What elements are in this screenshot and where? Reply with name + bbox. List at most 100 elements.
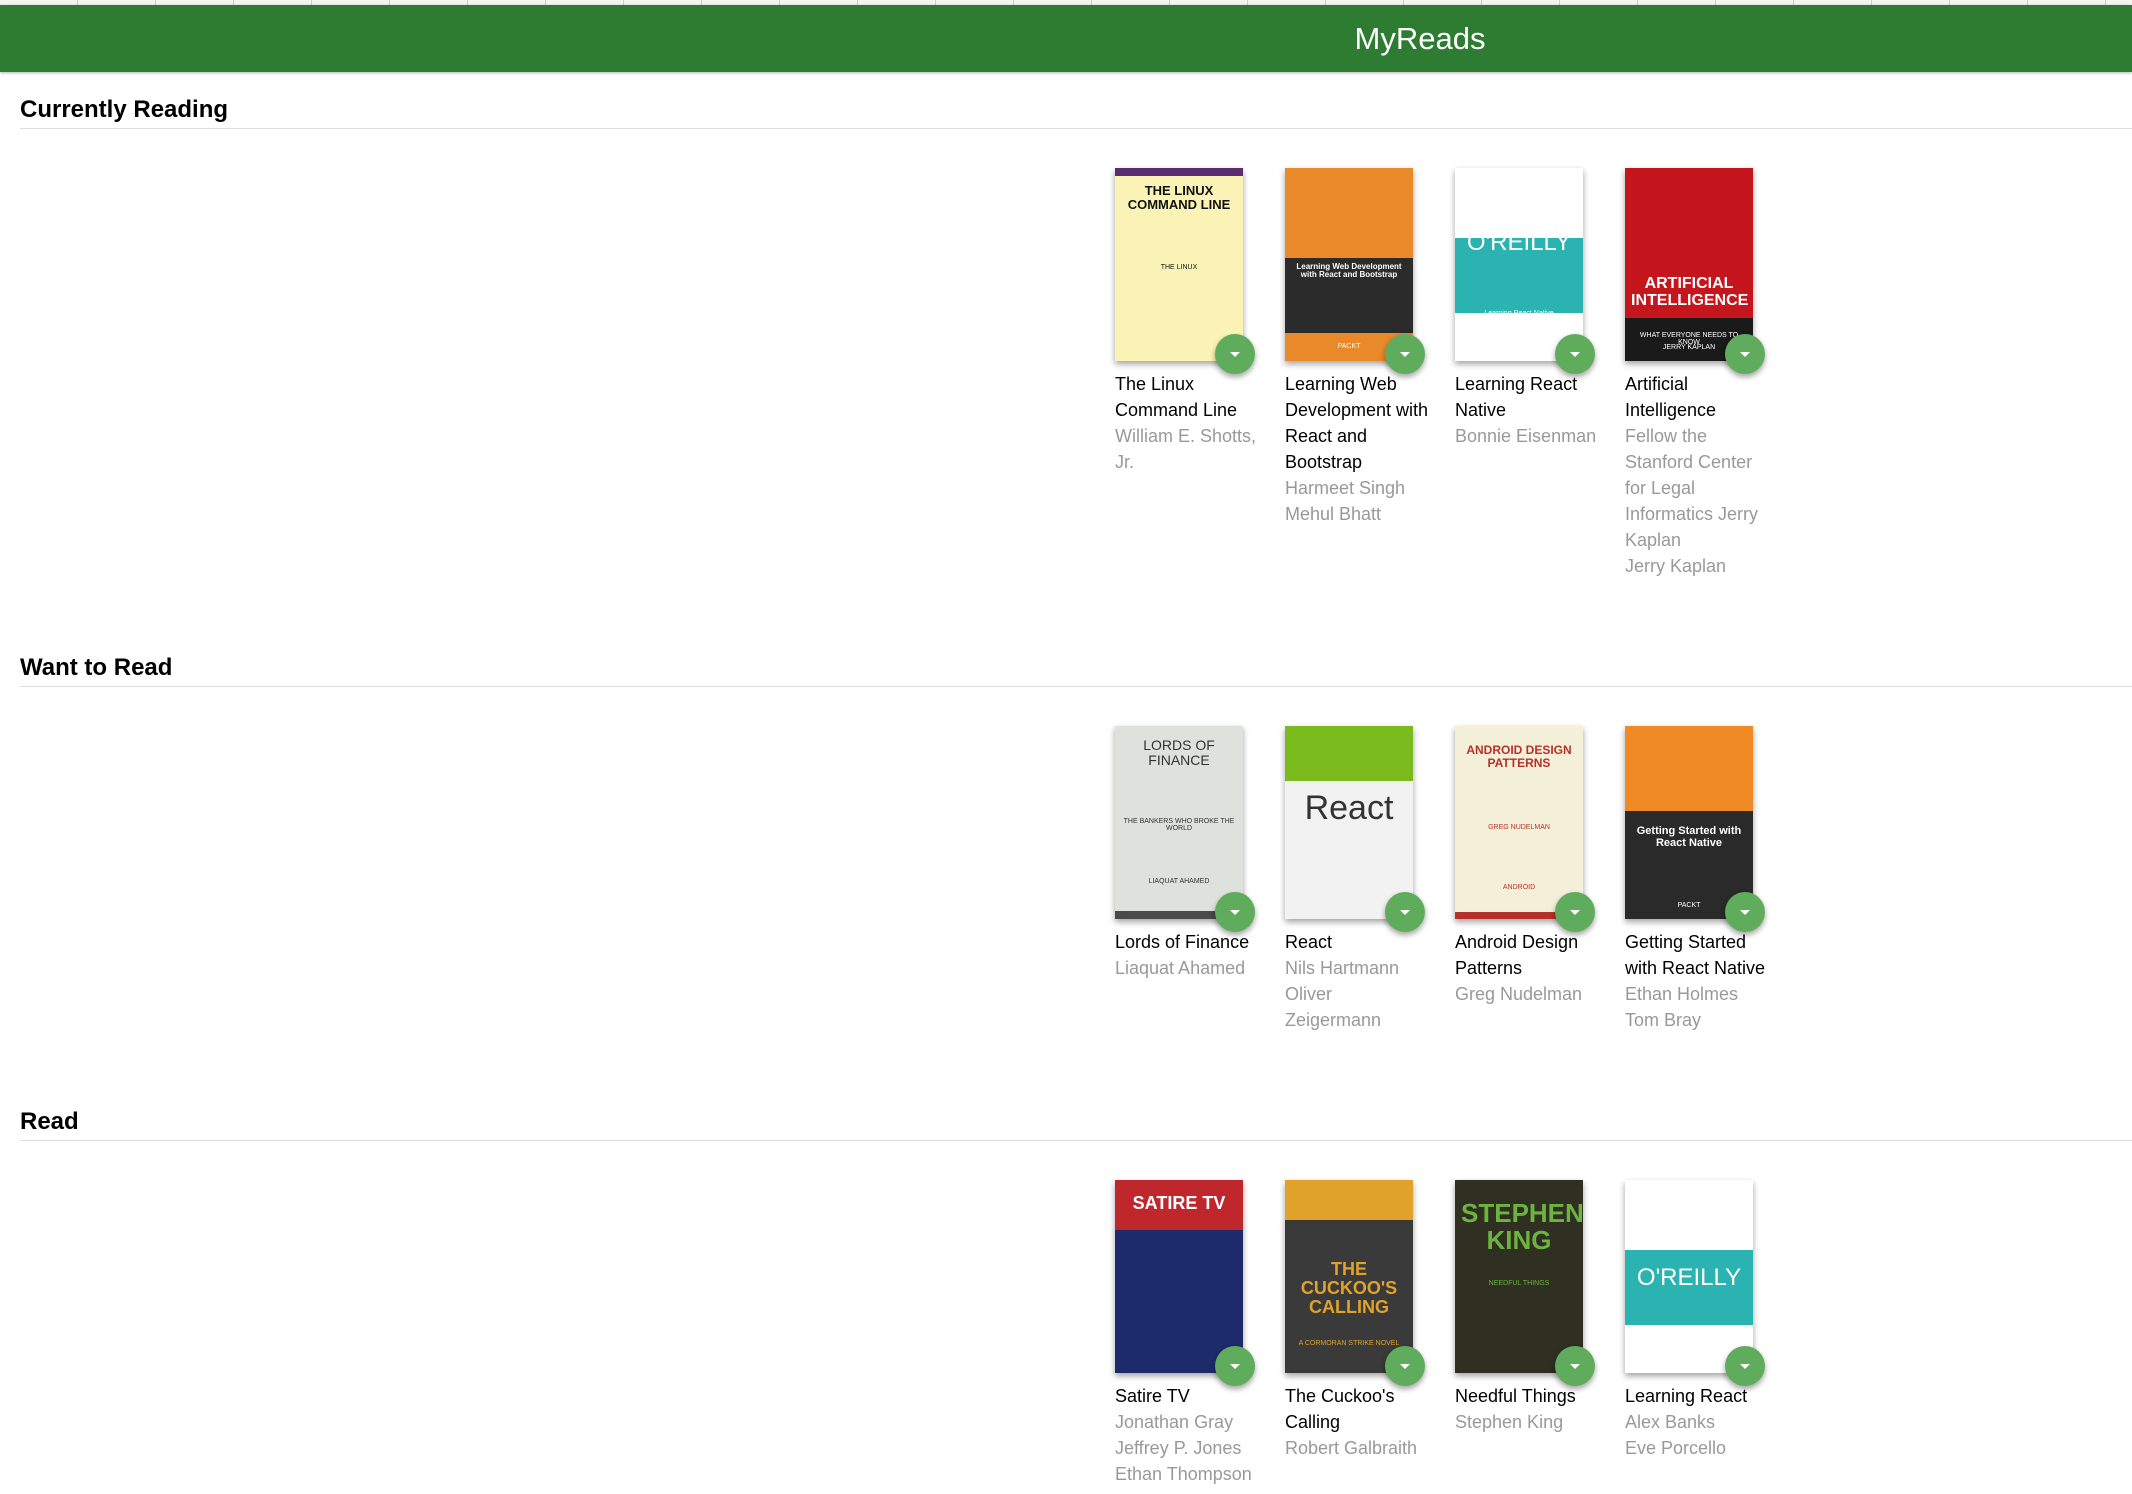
book-authors: Nils Hartmann Oliver Zeigermann — [1285, 955, 1430, 1033]
cover-accent — [1115, 168, 1243, 176]
cover-text: THE CUCKOO'S CALLING — [1300, 1259, 1398, 1317]
cover-text: THE LINUX COMMAND LINE — [1127, 183, 1231, 212]
bookshelf-title: Want to Read — [20, 650, 2132, 687]
book-author: Bonnie Eisenman — [1455, 426, 1597, 446]
shelf-changer-button[interactable] — [1385, 1346, 1425, 1386]
book: O'REILLY Learning React Native Bonnie Eise… — [1455, 168, 1600, 579]
book-author: Jerry Kaplan — [1625, 556, 1727, 576]
book-author: Ethan Thompson — [1115, 1464, 1252, 1484]
book-author: Alex Banks — [1625, 1412, 1716, 1432]
cover-text: O'REILLY — [1466, 229, 1572, 256]
book-authors: Fellow the Stanford Center for Legal Inf… — [1625, 423, 1770, 579]
cover-text: React — [1304, 789, 1394, 827]
book-author: Oliver Zeigermann — [1285, 984, 1382, 1030]
app-title: MyReads — [1354, 21, 1486, 56]
book-author: William E. Shotts, Jr. — [1115, 426, 1257, 472]
book-author: Greg Nudelman — [1455, 984, 1583, 1004]
book-authors: William E. Shotts, Jr. — [1115, 423, 1260, 475]
book: LORDS OF FINANCE THE BANKERS WHO BROKE TH… — [1115, 726, 1260, 1033]
cover-text: ANDROID — [1502, 884, 1536, 891]
books-grid: SATIRE TV Satire TV Jonathan Gray Jeffrey P… — [1115, 1180, 1795, 1487]
arrow-drop-down-icon — [1740, 909, 1750, 915]
shelf-changer-button[interactable] — [1555, 334, 1595, 374]
cover-text: THE BANKERS WHO BROKE THE WORLD — [1123, 818, 1235, 833]
shelf-changer-button[interactable] — [1385, 892, 1425, 932]
book-author: Mehul Bhatt — [1285, 504, 1382, 524]
bookshelf: Want to Read LORDS OF FINANCE THE BANKERS … — [20, 650, 2132, 1030]
book-authors: Liaquat Ahamed — [1115, 955, 1260, 981]
shelf-changer-button[interactable] — [1555, 1346, 1595, 1386]
book-author: Jeffrey P. Jones — [1115, 1438, 1242, 1458]
shelf-changer-button[interactable] — [1725, 1346, 1765, 1386]
book-authors: Stephen King — [1455, 1409, 1600, 1435]
bookshelf-title: Currently Reading — [20, 92, 2132, 129]
book-authors: Robert Galbraith — [1285, 1435, 1430, 1461]
shelf-changer-button[interactable] — [1725, 334, 1765, 374]
book-author: Stephen King — [1455, 1412, 1564, 1432]
book-title: The Cuckoo's Calling — [1285, 1386, 1395, 1432]
cover-text: NEEDFUL THINGS — [1488, 1280, 1550, 1287]
cover-accent — [1285, 726, 1413, 781]
app-header: MyReads — [0, 5, 2132, 72]
cover-accent — [1625, 726, 1753, 811]
book-cover: SATIRE TV — [1115, 1180, 1243, 1373]
book-cover: Getting Started with React Native PACKT — [1625, 726, 1753, 919]
cover-text: ARTIFICIAL INTELLIGENCE — [1631, 275, 1749, 309]
book-cover: ARTIFICIAL INTELLIGENCE WHAT EVERYONE NEE… — [1625, 168, 1753, 361]
book-title: Needful Things — [1455, 1386, 1576, 1406]
shelf-changer-button[interactable] — [1215, 334, 1255, 374]
book-authors: Alex Banks Eve Porcello — [1625, 1409, 1770, 1461]
cover-text: LIAQUAT AHAMED — [1148, 878, 1210, 885]
book-author: Liaquat Ahamed — [1115, 958, 1246, 978]
book: O'REILLY Learning React Alex Banks & Eve P… — [1625, 1180, 1770, 1487]
book: THE LINUX COMMAND LINE THE LINUX The Linux… — [1115, 168, 1260, 579]
cover-text: THE LINUX — [1160, 264, 1198, 271]
arrow-drop-down-icon — [1400, 351, 1410, 357]
book-authors: Ethan Holmes Tom Bray — [1625, 981, 1770, 1033]
book-title: Getting Started with React Native — [1625, 932, 1766, 978]
shelf-changer-button[interactable] — [1215, 892, 1255, 932]
cover-accent — [1285, 1180, 1413, 1220]
book-cover: React — [1285, 726, 1413, 919]
book-cover: THE CUCKOO'S CALLING A CORMORAN STRIKE NO… — [1285, 1180, 1413, 1373]
book: STEPHEN KING NEEDFUL THINGS Needful Things… — [1455, 1180, 1600, 1487]
arrow-drop-down-icon — [1230, 1363, 1240, 1369]
cover-text: SATIRE TV — [1132, 1193, 1226, 1213]
book: SATIRE TV Satire TV Jonathan Gray Jeffrey P… — [1115, 1180, 1260, 1487]
book-author: Harmeet Singh — [1285, 478, 1406, 498]
book: React React Nils Hartmann Oliver Zeigermann — [1285, 726, 1430, 1033]
cover-text: Getting Started with React Native — [1636, 825, 1742, 849]
book-title: Learning React Native — [1455, 374, 1578, 420]
book-title: Android Design Patterns — [1455, 932, 1579, 978]
book-author: Fellow the Stanford Center for Legal Inf… — [1625, 426, 1759, 550]
book: ANDROID DESIGN PATTERNS GREG NUDELMAN ANDR… — [1455, 726, 1600, 1033]
shelf-changer-button[interactable] — [1555, 892, 1595, 932]
arrow-drop-down-icon — [1570, 351, 1580, 357]
shelf-changer-button[interactable] — [1385, 334, 1425, 374]
cover-text: O'REILLY — [1636, 1264, 1742, 1291]
book-authors: Bonnie Eisenman — [1455, 423, 1600, 449]
cover-text: ANDROID DESIGN PATTERNS — [1466, 743, 1572, 770]
book-title: Learning Web Development with React and … — [1285, 374, 1429, 472]
shelf-changer-button[interactable] — [1725, 892, 1765, 932]
bookshelf-title: Read — [20, 1104, 2132, 1141]
book-cover: THE LINUX COMMAND LINE THE LINUX — [1115, 168, 1243, 361]
cover-text: LORDS OF FINANCE — [1143, 737, 1215, 768]
book-authors: Jonathan Gray Jeffrey P. Jones Ethan Thomp… — [1115, 1409, 1260, 1487]
arrow-drop-down-icon — [1570, 1363, 1580, 1369]
book-authors: Harmeet Singh Mehul Bhatt — [1285, 475, 1430, 527]
book-author: Jonathan Gray — [1115, 1412, 1234, 1432]
book-title: The Linux Command Line — [1115, 374, 1238, 420]
book-cover: O'REILLY Learning React Native Bonnie Eise… — [1455, 168, 1583, 361]
shelf-changer-button[interactable] — [1215, 1346, 1255, 1386]
arrow-drop-down-icon — [1400, 1363, 1410, 1369]
book-cover: STEPHEN KING NEEDFUL THINGS — [1455, 1180, 1583, 1373]
arrow-drop-down-icon — [1740, 1363, 1750, 1369]
arrow-drop-down-icon — [1740, 351, 1750, 357]
book-cover: Learning Web Development with React and … — [1285, 168, 1413, 361]
book-title: Artificial Intelligence — [1625, 374, 1717, 420]
books-grid: LORDS OF FINANCE THE BANKERS WHO BROKE TH… — [1115, 726, 1795, 1033]
arrow-drop-down-icon — [1230, 909, 1240, 915]
book-author: Ethan Holmes — [1625, 984, 1739, 1004]
book-cover: O'REILLY Learning React Alex Banks & Eve P… — [1625, 1180, 1753, 1373]
